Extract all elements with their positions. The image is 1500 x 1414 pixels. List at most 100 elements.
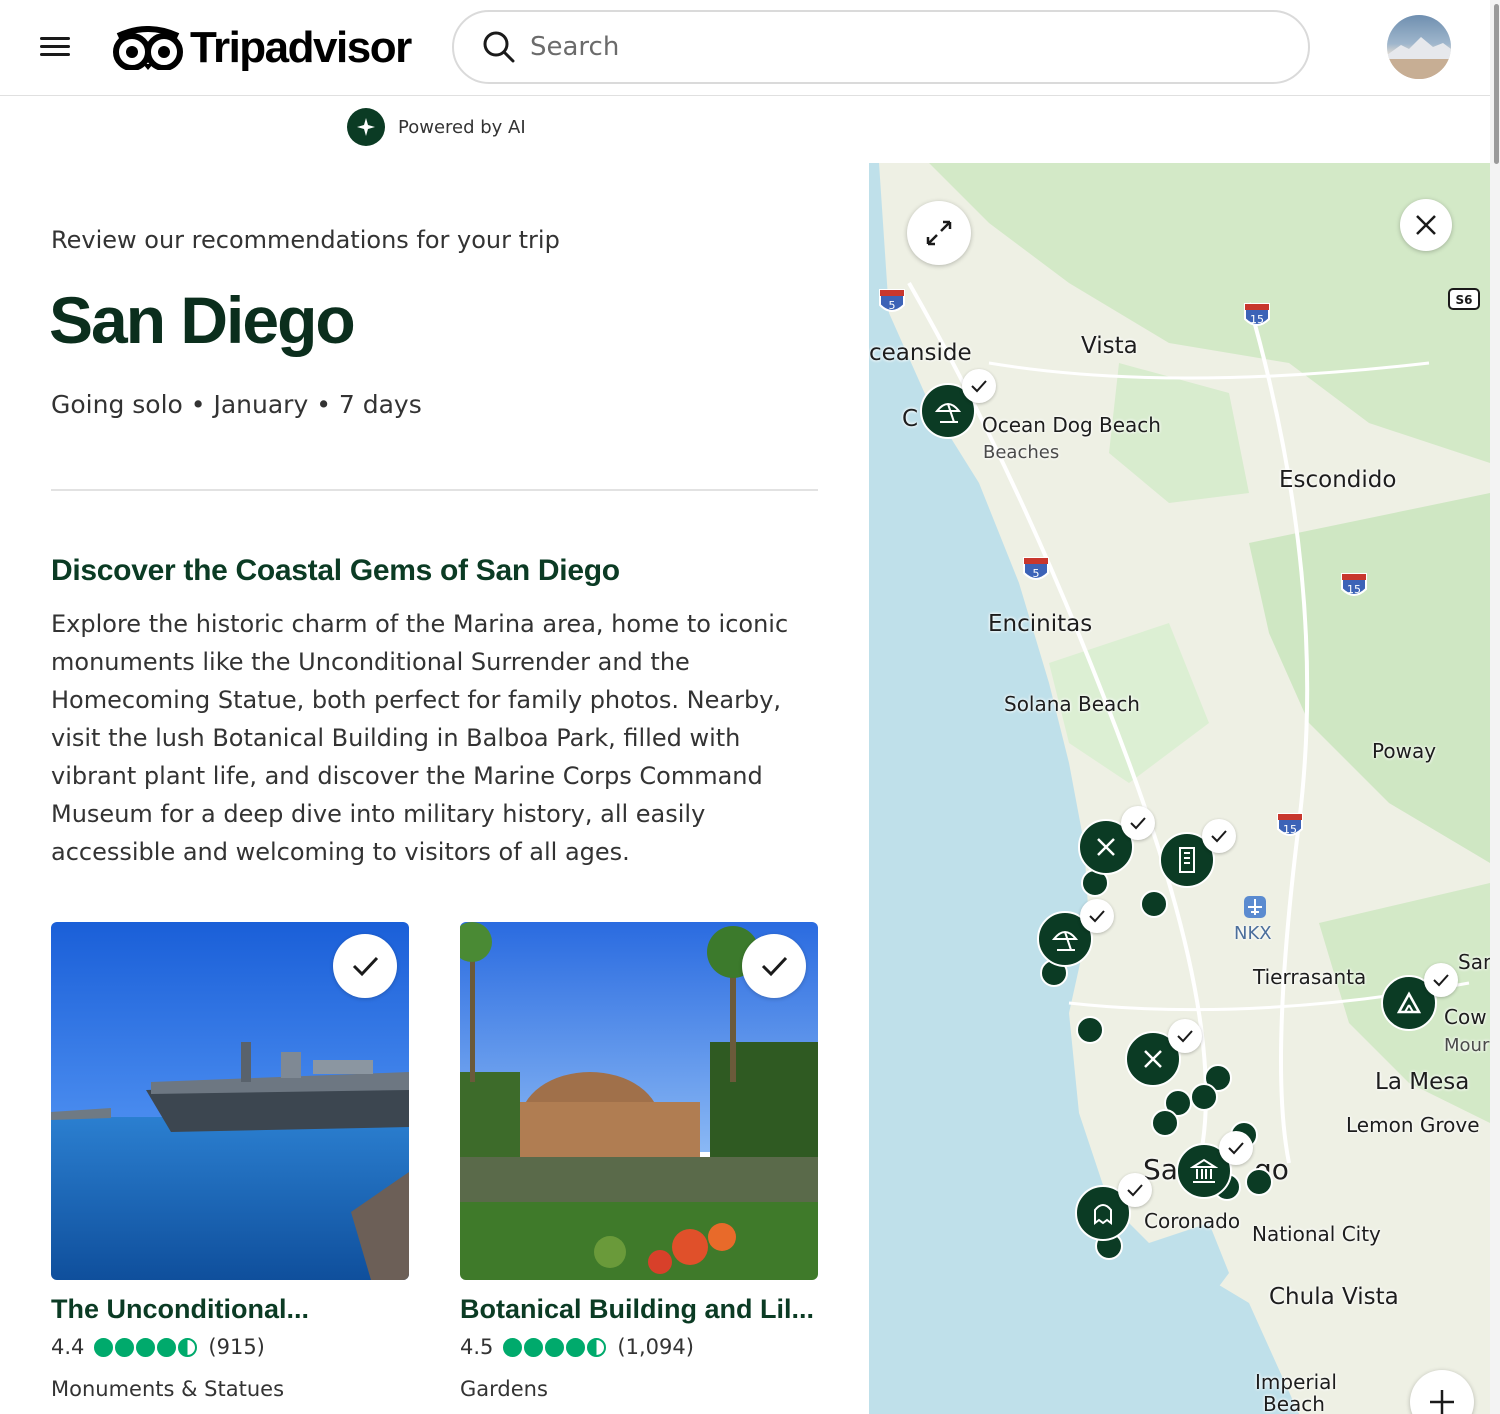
rating-bubble: [94, 1337, 114, 1357]
map-marker-dot[interactable]: [1151, 1109, 1179, 1137]
map-label-nkx: NKX: [1234, 923, 1272, 944]
highway-i15-shield: 15: [1277, 813, 1303, 836]
map-pin-check: [1080, 899, 1114, 933]
umbrella-icon: [1051, 931, 1079, 951]
tripadvisor-logo[interactable]: Tripadvisor: [112, 22, 412, 74]
avatar[interactable]: [1387, 15, 1451, 79]
map-label-san: San: [1458, 950, 1490, 974]
ghost-icon: [1094, 1204, 1112, 1225]
rating-bubble: [136, 1337, 156, 1357]
attraction-card-unconditional[interactable]: The Unconditional... 4.4 (915) Monuments…: [51, 922, 409, 1401]
map-marker-dot[interactable]: [1245, 1168, 1273, 1196]
plus-icon: [1430, 1390, 1454, 1414]
fork-knife-icon: [1144, 1050, 1162, 1068]
map-label-mour: Mour: [1444, 1035, 1490, 1056]
highway-i5-shield: 5: [879, 289, 905, 312]
check-icon: [761, 956, 788, 977]
map-pin-check: [1219, 1131, 1253, 1165]
highway-i15-shield: 15: [1244, 303, 1270, 326]
check-icon: [1089, 910, 1105, 923]
saved-check-button[interactable]: [742, 934, 806, 998]
rating-bubbles: [94, 1337, 199, 1357]
rating-bubble: [566, 1337, 586, 1357]
highway-number: 15: [1283, 823, 1297, 836]
trip-subtitle: Review our recommendations for your trip: [51, 226, 560, 254]
powered-by-ai-text: Powered by AI: [398, 116, 526, 138]
rating-bubble: [157, 1337, 177, 1357]
attraction-name[interactable]: Botanical Building and Lil...: [460, 1294, 818, 1325]
attraction-card-botanical[interactable]: Botanical Building and Lil... 4.5 (1,094…: [460, 922, 818, 1401]
rating-bubbles: [503, 1337, 608, 1357]
map-pin-check: [1424, 963, 1458, 997]
check-icon: [971, 380, 987, 393]
review-count: (915): [208, 1335, 265, 1359]
rating-bubble: [545, 1337, 565, 1357]
map-label-oceanside: ceanside: [869, 340, 972, 366]
attraction-photo[interactable]: [460, 922, 818, 1280]
rating-bubble: [115, 1337, 135, 1357]
rating-value: 4.5: [460, 1335, 494, 1359]
map-marker-dot[interactable]: [1190, 1083, 1218, 1111]
attraction-photo[interactable]: [51, 922, 409, 1280]
attraction-rating: 4.4 (915): [51, 1335, 409, 1359]
map-label-national-city: National City: [1252, 1222, 1381, 1246]
rating-bubble-half: [587, 1337, 607, 1357]
map-marker-dot[interactable]: [1140, 890, 1168, 918]
sparkle-icon: [347, 108, 385, 146]
menu-icon[interactable]: [38, 33, 76, 63]
map-label-poway: Poway: [1372, 739, 1437, 763]
map-label-ocean-dog-beach: Ocean Dog Beach: [982, 413, 1161, 437]
map-label-la-mesa: La Mesa: [1375, 1069, 1470, 1095]
search-bar[interactable]: [452, 10, 1310, 84]
expand-map-button[interactable]: [907, 201, 971, 265]
scrollbar-thumb[interactable]: [1494, 4, 1499, 164]
search-input[interactable]: [530, 32, 1230, 62]
brand-name: Tripadvisor: [190, 23, 412, 72]
section-title: Discover the Coastal Gems of San Diego: [51, 554, 620, 587]
review-count: (1,094): [617, 1335, 694, 1359]
close-icon: [1416, 215, 1436, 235]
attraction-rating: 4.5 (1,094): [460, 1335, 818, 1359]
map-marker-dot[interactable]: [1076, 1016, 1104, 1044]
search-icon: [483, 31, 515, 63]
saved-check-button[interactable]: [333, 934, 397, 998]
map-label-encinitas: Encinitas: [988, 611, 1093, 637]
fork-knife-icon: [1097, 838, 1115, 856]
check-icon: [1211, 830, 1227, 843]
trip-meta: Going solo • January • 7 days: [51, 390, 422, 419]
map-pin-check: [962, 369, 996, 403]
umbrella-icon: [934, 403, 962, 423]
tent-icon: [1396, 991, 1422, 1014]
section-description: Explore the historic charm of the Marina…: [51, 610, 789, 866]
close-map-button[interactable]: [1400, 199, 1452, 251]
map-label-vista: Vista: [1081, 333, 1138, 359]
page-title: San Diego: [49, 283, 356, 357]
check-icon: [1177, 1030, 1193, 1043]
attraction-category: Gardens: [460, 1377, 548, 1401]
map-label-lemon-grove: Lemon Grove: [1346, 1113, 1480, 1137]
trip-map[interactable]: 5 15 S6 5 15 15 ceanside Vista C Ocean D…: [869, 163, 1490, 1414]
map-label-tierrasanta: Tierrasanta: [1253, 965, 1367, 989]
rating-bubble: [524, 1337, 544, 1357]
map-label-beaches: Beaches: [983, 442, 1060, 463]
map-label-beach: Beach: [1263, 1392, 1325, 1414]
highway-i15-shield: 15: [1341, 573, 1367, 596]
scrollbar-track[interactable]: [1490, 0, 1500, 1414]
attraction-name[interactable]: The Unconditional...: [51, 1294, 409, 1325]
map-label-solana-beach: Solana Beach: [1004, 692, 1140, 716]
check-icon: [1130, 817, 1146, 830]
map-pin-check: [1168, 1019, 1202, 1053]
check-icon: [1228, 1142, 1244, 1155]
airport-icon: [1244, 896, 1266, 918]
map-label-chula-vista: Chula Vista: [1269, 1284, 1399, 1310]
map-pin-check: [1118, 1173, 1152, 1207]
map-pin-check: [1202, 819, 1236, 853]
rating-bubble: [503, 1337, 523, 1357]
check-icon: [352, 956, 379, 977]
map-label-c: C: [902, 406, 919, 432]
divider: [51, 489, 818, 491]
highway-number: 15: [1347, 583, 1361, 596]
museum-icon: [1190, 1158, 1218, 1183]
attraction-category: Monuments & Statues: [51, 1377, 285, 1401]
highway-i5-shield: 5: [1023, 557, 1049, 580]
